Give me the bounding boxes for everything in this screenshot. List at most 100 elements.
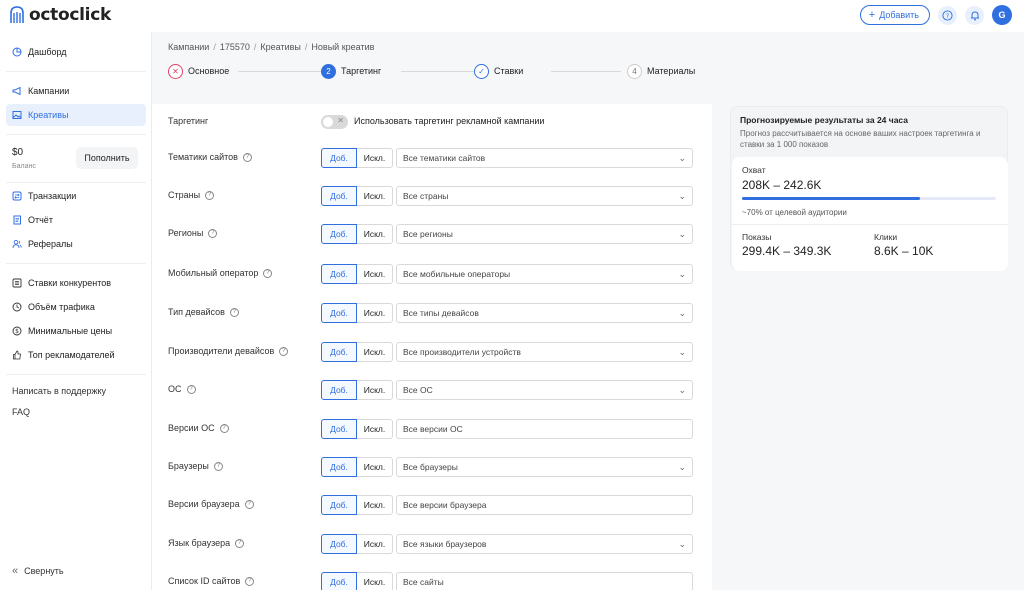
help-icon[interactable]: ?: [229, 307, 239, 317]
exclude-button[interactable]: Искл.: [357, 186, 393, 206]
include-exclude-switch: Доб. Искл.: [321, 264, 393, 284]
sidebar-item-label: Минимальные цены: [28, 326, 113, 336]
logo[interactable]: octoclick: [8, 5, 111, 25]
help-icon[interactable]: ?: [235, 538, 245, 548]
include-button[interactable]: Доб.: [321, 342, 357, 362]
help-icon[interactable]: ?: [186, 384, 196, 394]
sidebar-item-min-prices[interactable]: $ Минимальные цены: [6, 320, 146, 342]
select-value: Все браузеры: [403, 462, 458, 472]
targeting-select[interactable]: Все мобильные операторы ⌄: [396, 264, 693, 284]
help-icon[interactable]: ?: [279, 346, 289, 356]
help-icon[interactable]: ?: [242, 152, 252, 162]
sidebar-item-creatives[interactable]: Креативы: [6, 104, 146, 126]
targeting-select[interactable]: Все страны ⌄: [396, 186, 693, 206]
coverage-label: Охват: [742, 165, 766, 175]
targeting-row: Язык браузера? Доб. Искл. Все языки браузер…: [152, 534, 712, 554]
user-avatar[interactable]: G: [992, 5, 1012, 25]
breadcrumb: Кампании / 175570 / Креативы / Новый кре…: [168, 42, 374, 52]
include-button[interactable]: Доб.: [321, 457, 357, 477]
field-label: Производители девайсов?: [168, 346, 289, 356]
targeting-select[interactable]: Все регионы ⌄: [396, 224, 693, 244]
targeting-select[interactable]: Все языки браузеров ⌄: [396, 534, 693, 554]
include-button[interactable]: Доб.: [321, 534, 357, 554]
exclude-button[interactable]: Искл.: [357, 303, 393, 323]
sidebar-item-traffic-volume[interactable]: Объём трафика: [6, 296, 146, 318]
include-button[interactable]: Доб.: [321, 186, 357, 206]
select-value: Все тематики сайтов: [403, 153, 486, 163]
include-button[interactable]: Доб.: [321, 264, 357, 284]
targeting-select[interactable]: Все тематики сайтов ⌄: [396, 148, 693, 168]
exclude-button[interactable]: Искл.: [357, 534, 393, 554]
clicks-label: Клики: [874, 232, 898, 242]
targeting-select[interactable]: Все типы девайсов ⌄: [396, 303, 693, 323]
balance-label: Баланс: [12, 163, 36, 170]
sidebar-item-competitor-bids[interactable]: Ставки конкурентов: [6, 272, 146, 294]
breadcrumb-item[interactable]: Кампании: [168, 42, 209, 52]
toggle-knob: [323, 117, 333, 127]
support-link[interactable]: Написать в поддержку: [12, 386, 106, 396]
field-label-text: Тематики сайтов: [168, 152, 238, 162]
help-icon[interactable]: ?: [219, 423, 229, 433]
help-button[interactable]: ?: [938, 5, 957, 25]
targeting-select[interactable]: Все производители устройств ⌄: [396, 342, 693, 362]
add-button[interactable]: + Добавить: [859, 5, 930, 25]
sidebar-item-label: Кампании: [28, 86, 70, 96]
forecast-title: Прогнозируемые результаты за 24 часа: [740, 115, 908, 125]
breadcrumb-item[interactable]: Креативы: [260, 42, 300, 52]
notifications-button[interactable]: [965, 5, 984, 25]
include-button[interactable]: Доб.: [321, 148, 357, 168]
exclude-button[interactable]: Искл.: [357, 572, 393, 590]
exclude-button[interactable]: Искл.: [357, 495, 393, 515]
targeting-select[interactable]: Все браузеры ⌄: [396, 457, 693, 477]
include-button[interactable]: Доб.: [321, 224, 357, 244]
sidebar-item-report[interactable]: Отчёт: [6, 209, 146, 231]
step-label: Таргетинг: [341, 66, 382, 76]
help-icon[interactable]: ?: [205, 190, 215, 200]
help-icon[interactable]: ?: [244, 499, 254, 509]
sidebar-item-dashboard[interactable]: Дашборд: [6, 41, 146, 63]
collapse-sidebar-button[interactable]: « Свернуть: [12, 565, 64, 577]
exclude-button[interactable]: Искл.: [357, 419, 393, 439]
sidebar-item-campaigns[interactable]: Кампании: [6, 80, 146, 102]
faq-link[interactable]: FAQ: [12, 407, 30, 417]
targeting-input[interactable]: Все версии ОС: [396, 419, 693, 439]
sidebar-item-referrals[interactable]: Рефералы: [6, 233, 146, 255]
targeting-select[interactable]: Все ОС ⌄: [396, 380, 693, 400]
forecast-divider: [732, 224, 1008, 225]
help-icon[interactable]: ?: [263, 268, 273, 278]
exclude-button[interactable]: Искл.: [357, 148, 393, 168]
exclude-button[interactable]: Искл.: [357, 342, 393, 362]
include-button[interactable]: Доб.: [321, 303, 357, 323]
toggle-label: Использовать таргетинг рекламной кампани…: [354, 116, 545, 126]
use-campaign-targeting-toggle[interactable]: ✕: [321, 115, 348, 129]
exclude-button[interactable]: Искл.: [357, 380, 393, 400]
field-label: ОС?: [168, 384, 196, 394]
field-label-text: Язык браузера: [168, 538, 231, 548]
help-icon[interactable]: ?: [208, 228, 218, 238]
step-connector: [551, 71, 621, 72]
question-icon: ?: [942, 9, 953, 21]
step-targeting[interactable]: 2 Таргетинг: [321, 62, 381, 80]
breadcrumb-item[interactable]: 175570: [220, 42, 250, 52]
targeting-input[interactable]: Все версии браузера: [396, 495, 693, 515]
help-icon[interactable]: ?: [213, 461, 223, 471]
exclude-button[interactable]: Искл.: [357, 224, 393, 244]
targeting-input[interactable]: Все сайты: [396, 572, 693, 590]
topup-button[interactable]: Пополнить: [76, 147, 138, 169]
include-button[interactable]: Доб.: [321, 380, 357, 400]
step-number-icon: 2: [321, 63, 336, 79]
step-materials[interactable]: 4 Материалы: [627, 62, 695, 80]
exclude-button[interactable]: Искл.: [357, 457, 393, 477]
include-button[interactable]: Доб.: [321, 495, 357, 515]
step-bids[interactable]: ✓ Ставки: [474, 62, 523, 80]
exclude-button[interactable]: Искл.: [357, 264, 393, 284]
field-label: Версии ОС?: [168, 423, 229, 433]
step-basic[interactable]: ✕ Основное: [168, 62, 229, 80]
sidebar-item-transactions[interactable]: Транзакции: [6, 185, 146, 207]
breadcrumb-separator: /: [304, 42, 308, 52]
include-button[interactable]: Доб.: [321, 572, 357, 590]
help-icon[interactable]: ?: [245, 576, 255, 586]
sidebar-item-label: Топ рекламодателей: [28, 350, 115, 360]
include-button[interactable]: Доб.: [321, 419, 357, 439]
sidebar-item-top-advertisers[interactable]: Топ рекламодателей: [6, 344, 146, 366]
